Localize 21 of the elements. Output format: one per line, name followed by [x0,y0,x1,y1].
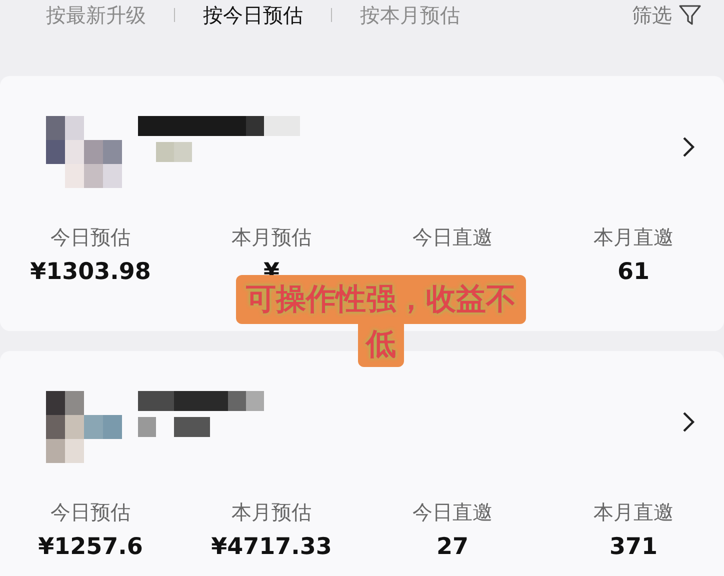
stat-value: 27 [436,534,468,560]
stat-value: ¥4717.33 [211,534,332,560]
stat-value: ¥1257.6 [38,534,143,560]
filter-icon [678,3,702,27]
stat-label: 今日预估 [50,499,130,526]
stat-value: 61 [617,259,650,285]
stat-value: ¥1303.98 [30,259,151,285]
stat-label: 本月预估 [232,224,312,251]
caption-text: 低 [358,324,404,367]
sort-tab[interactable]: 按今日预估 [203,2,303,28]
caption-text: 可操作性强，收益不 [236,275,526,324]
stat-label: 本月预估 [232,499,312,526]
stat-label: 今日直邀 [412,499,492,526]
stat-label: 今日直邀 [412,224,492,251]
chevron-right-icon[interactable] [682,136,696,158]
filter-button[interactable]: 筛选 [632,2,702,28]
chevron-right-icon[interactable] [682,411,696,433]
stat-value: 371 [609,534,658,560]
stat-label: 今日预估 [50,224,130,251]
stat-label: 本月直邀 [594,224,674,251]
stat-label: 本月直邀 [594,499,674,526]
